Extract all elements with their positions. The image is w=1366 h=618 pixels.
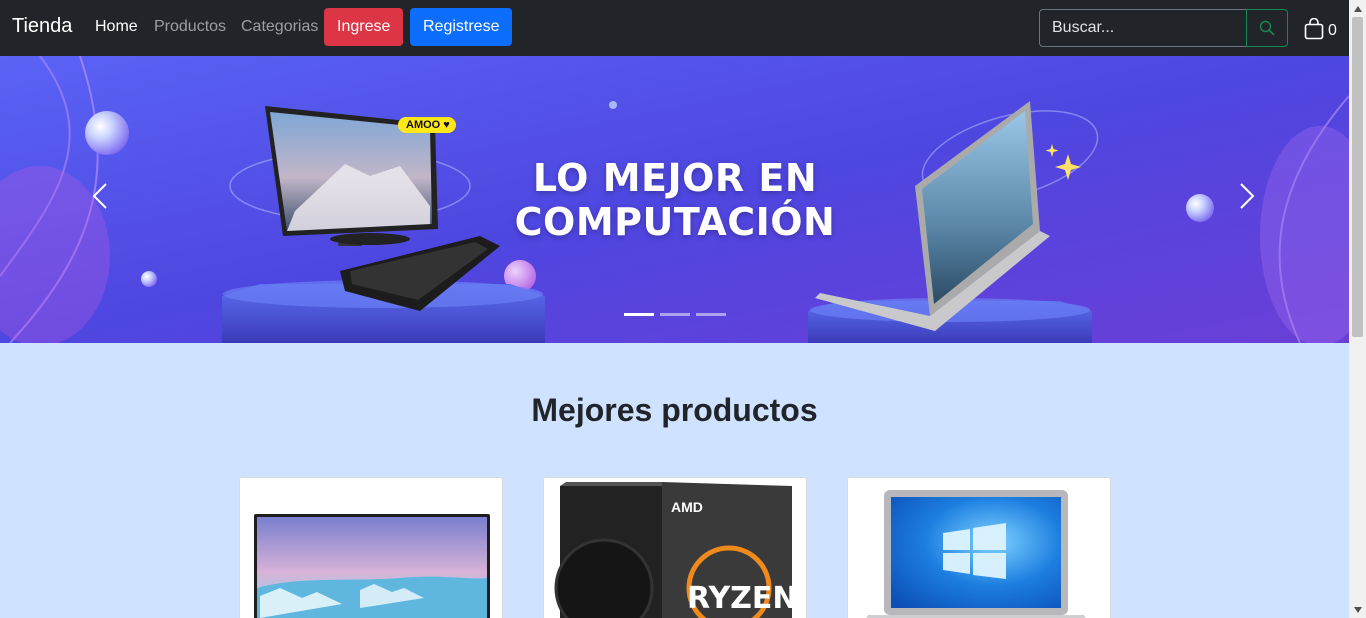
login-button[interactable]: Ingrese: [324, 8, 404, 46]
carousel-prev-button[interactable]: [80, 166, 120, 226]
search-icon: [1259, 20, 1275, 36]
brand-badge: AMOO ♥: [398, 117, 456, 133]
product-card[interactable]: [239, 477, 503, 618]
scroll-down-button[interactable]: [1349, 601, 1366, 618]
caret-down-icon: [1353, 606, 1362, 613]
carousel-title: LO MEJOR EN COMPUTACIÓN: [500, 156, 850, 244]
search-button[interactable]: [1246, 9, 1288, 47]
hero-carousel: AMOO ♥ LO MEJOR EN COMPUTACIÓN: [0, 56, 1349, 343]
page-scrollbar[interactable]: [1349, 0, 1366, 618]
caret-up-icon: [1353, 5, 1362, 12]
product-card[interactable]: [847, 477, 1111, 618]
monitor-image: [254, 514, 490, 618]
chevron-right-icon: [1240, 183, 1255, 209]
carousel-indicator-1[interactable]: [624, 313, 654, 316]
scroll-up-button[interactable]: [1349, 0, 1366, 17]
nav-link-categorias[interactable]: Categorias: [241, 18, 318, 36]
processor-box-label: RYZEN: [687, 581, 798, 616]
scroll-thumb[interactable]: [1352, 17, 1363, 337]
processor-box-image: AMD RYZEN: [554, 482, 798, 618]
section-title: Mejores productos: [531, 392, 818, 428]
carousel-title-line2: COMPUTACIÓN: [514, 200, 836, 244]
cart-button[interactable]: 0: [1304, 18, 1337, 40]
carousel-indicator-3[interactable]: [696, 313, 726, 316]
laptop-image: [866, 490, 1086, 618]
register-button[interactable]: Registrese: [410, 8, 513, 46]
carousel-indicators: [624, 313, 726, 316]
navbar: Tienda Home Productos Categorias Ingrese…: [0, 0, 1349, 56]
carousel-title-line1: LO MEJOR EN: [532, 156, 818, 200]
carousel-next-button[interactable]: [1227, 166, 1267, 226]
shopping-bag-icon: [1304, 18, 1324, 40]
nav-link-home[interactable]: Home: [95, 18, 138, 36]
carousel-indicator-2[interactable]: [660, 313, 690, 316]
search-input[interactable]: [1039, 9, 1247, 47]
cart-count: 0: [1328, 22, 1337, 39]
nav-link-productos[interactable]: Productos: [154, 18, 226, 36]
processor-box-brand: AMD: [671, 499, 703, 515]
brand-logo[interactable]: Tienda: [12, 15, 72, 38]
product-card[interactable]: AMD RYZEN: [543, 477, 807, 618]
chevron-left-icon: [92, 183, 107, 209]
